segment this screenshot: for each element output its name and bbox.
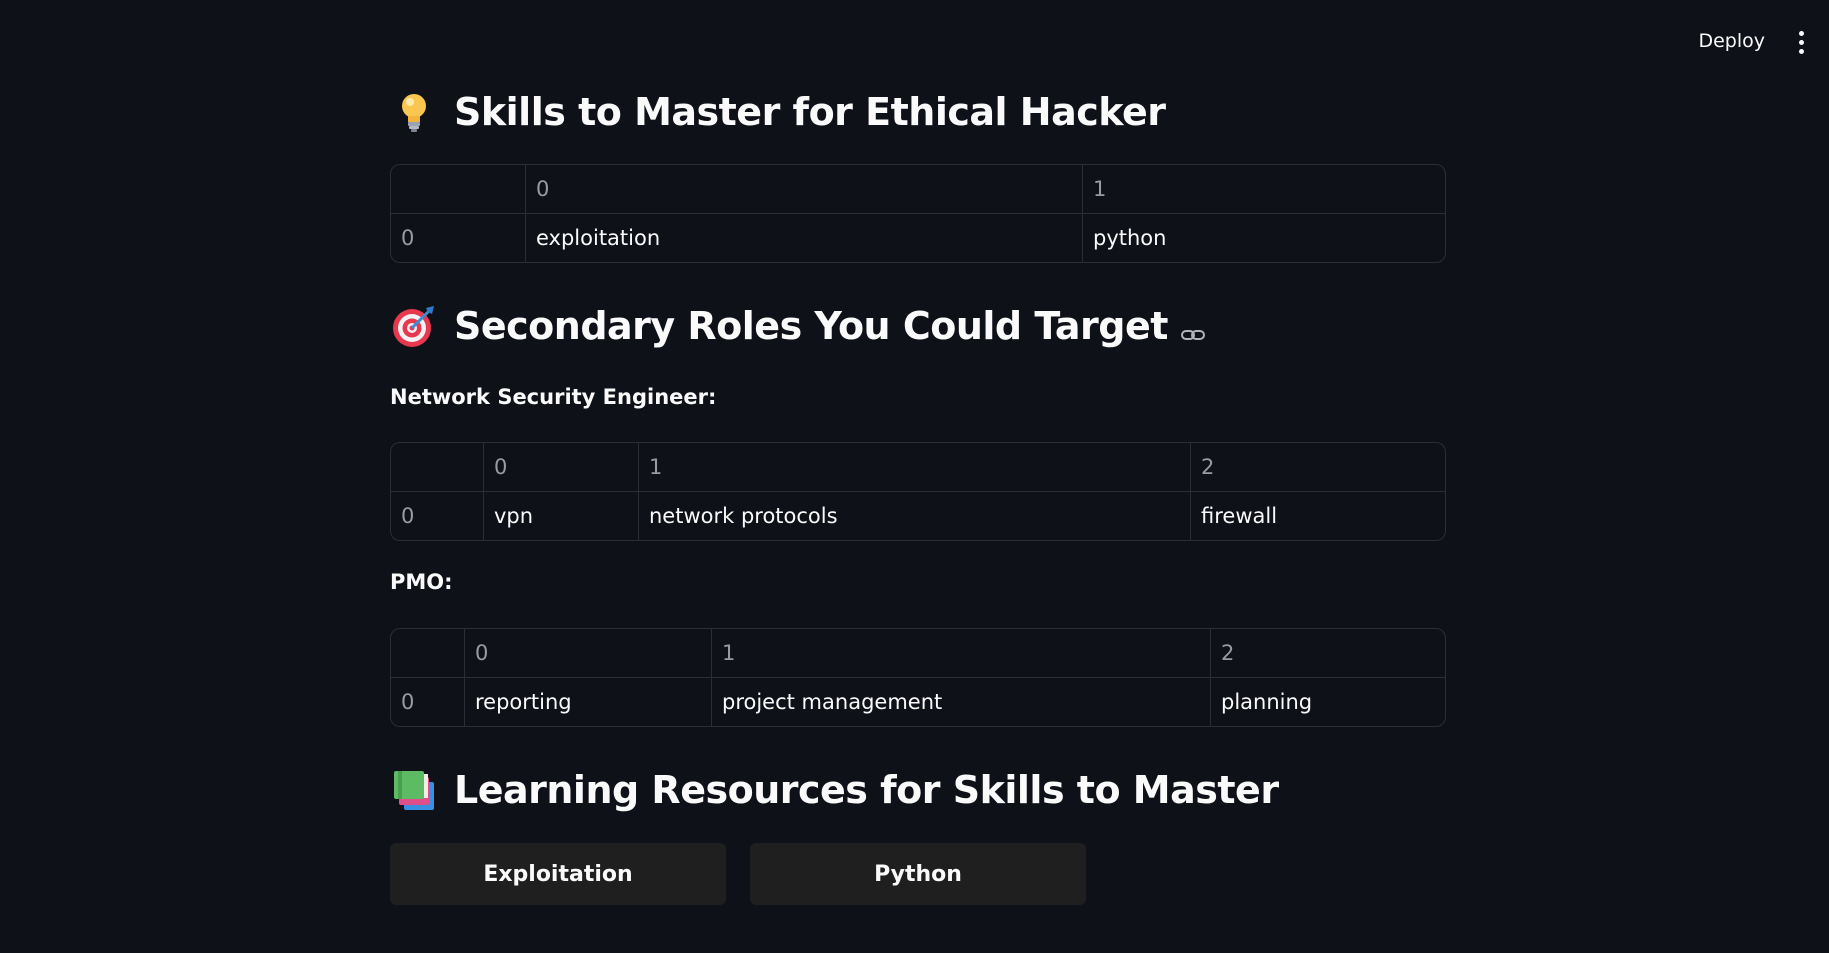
skills-heading: Skills to Master for Ethical Hacker bbox=[390, 88, 1166, 136]
exploitation-resource-button[interactable]: Exploitation bbox=[390, 843, 726, 905]
table-cell: firewall bbox=[1201, 504, 1278, 528]
table-header-cell: 2 bbox=[1191, 443, 1445, 492]
target-icon bbox=[390, 302, 438, 350]
table-cell: vpn bbox=[484, 492, 639, 540]
role-label: PMO: bbox=[390, 570, 453, 594]
table-row: 0 exploitation python bbox=[391, 214, 1445, 262]
table-row: 0 vpn network protocols firewall bbox=[391, 492, 1445, 540]
table-header-cell bbox=[391, 165, 526, 214]
top-bar: Deploy bbox=[0, 0, 1829, 84]
table-row: 0 reporting project management planning bbox=[391, 678, 1445, 726]
deploy-button[interactable]: Deploy bbox=[1690, 26, 1773, 56]
table-cell: reporting bbox=[465, 678, 712, 726]
lightbulb-icon bbox=[390, 88, 438, 136]
table-cell: project management bbox=[712, 678, 1211, 726]
table-header-cell: 0 bbox=[465, 629, 712, 678]
secondary-roles-heading: Secondary Roles You Could Target bbox=[390, 302, 1206, 350]
table-header-cell: 1 bbox=[639, 443, 1191, 492]
table-cell: exploitation bbox=[526, 214, 1083, 262]
learning-resources-title: Learning Resources for Skills to Master bbox=[454, 768, 1279, 812]
role-label: Network Security Engineer: bbox=[390, 385, 717, 409]
table-cell: python bbox=[1093, 226, 1167, 250]
row-index: 0 bbox=[391, 678, 465, 726]
table-header-row: 0 1 2 bbox=[391, 629, 1445, 678]
table-header-cell bbox=[391, 443, 484, 492]
role-skills-table[interactable]: 0 1 2 0 vpn network protocols firewall bbox=[390, 442, 1446, 541]
table-header-row: 0 1 2 bbox=[391, 443, 1445, 492]
row-index: 0 bbox=[391, 492, 484, 540]
books-icon bbox=[390, 766, 438, 814]
table-cell: network protocols bbox=[639, 492, 1191, 540]
role-skills-table[interactable]: 0 1 2 0 reporting project management pla… bbox=[390, 628, 1446, 727]
table-header-cell: 0 bbox=[484, 443, 639, 492]
table-header-cell bbox=[391, 629, 465, 678]
python-resource-button[interactable]: Python bbox=[750, 843, 1086, 905]
row-index: 0 bbox=[391, 214, 526, 262]
learning-resources-heading: Learning Resources for Skills to Master bbox=[390, 766, 1279, 814]
table-cell: planning bbox=[1221, 690, 1313, 714]
secondary-roles-title: Secondary Roles You Could Target bbox=[454, 304, 1168, 348]
link-icon[interactable] bbox=[1180, 313, 1206, 340]
skills-title: Skills to Master for Ethical Hacker bbox=[454, 90, 1166, 134]
table-header-cell: 2 bbox=[1211, 629, 1445, 678]
table-header-cell: 1 bbox=[712, 629, 1211, 678]
table-header-cell: 1 bbox=[1083, 165, 1445, 214]
skills-table[interactable]: 0 1 0 exploitation python bbox=[390, 164, 1446, 263]
vertical-dots-icon[interactable] bbox=[1791, 28, 1811, 56]
table-header-cell: 0 bbox=[526, 165, 1083, 214]
table-header-row: 0 1 bbox=[391, 165, 1445, 214]
